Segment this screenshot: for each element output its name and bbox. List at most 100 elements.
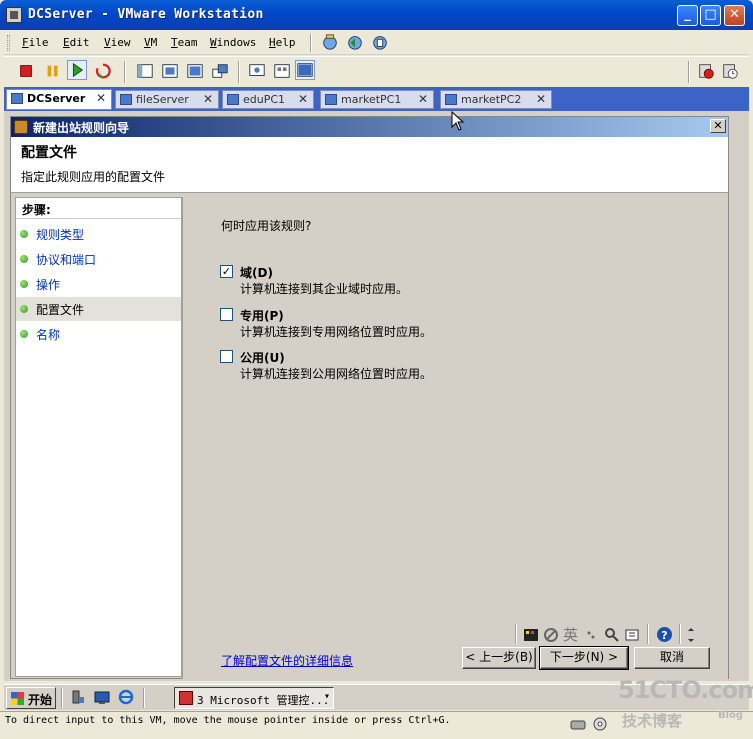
steps-title: 步骤: — [22, 203, 51, 217]
suspend-icon[interactable] — [43, 61, 63, 81]
question-text: 何时应用该规则? — [221, 219, 312, 233]
page-title: 配置文件 — [21, 145, 77, 161]
ime-keyboard-icon[interactable] — [523, 627, 539, 643]
menu-team[interactable]: Team — [171, 36, 198, 49]
back-button[interactable]: < 上一步(B) — [462, 647, 536, 669]
option-label: 域(D) — [240, 266, 273, 280]
mmc-icon — [179, 691, 193, 705]
show-desktop-icon[interactable] — [94, 689, 110, 705]
quick-switch-icon[interactable] — [160, 61, 180, 81]
vm-tab-strip: DCServer ✕ fileServer ✕ eduPC1 ✕ marketP… — [4, 87, 749, 111]
ime-softkeyboard-icon[interactable] — [625, 627, 641, 643]
option-private[interactable]: 专用(P) 计算机连接到专用网络位置时应用。 — [220, 306, 520, 340]
ime-help-glyph: ? — [661, 629, 667, 642]
power-on-icon[interactable] — [67, 60, 87, 80]
tab-edupc1[interactable]: eduPC1 ✕ — [222, 90, 314, 109]
show-sidebar-icon[interactable] — [135, 61, 155, 81]
window-titlebar: DCServer - VMware Workstation _ □ ✕ — [0, 0, 753, 30]
toolbar-separator — [238, 61, 240, 83]
tab-close-icon[interactable]: ✕ — [418, 92, 428, 106]
close-button[interactable]: ✕ — [724, 5, 745, 26]
tab-marketpc2[interactable]: marketPC2 ✕ — [440, 90, 552, 109]
toolbar-separator — [688, 61, 690, 83]
option-label: 专用(P) — [240, 309, 284, 323]
menubar-grip — [7, 35, 10, 51]
learn-more-link[interactable]: 了解配置文件的详细信息 — [221, 652, 353, 669]
step-label: 名称 — [36, 328, 61, 342]
minimize-button[interactable]: _ — [677, 5, 698, 26]
snapshot-icon[interactable] — [320, 32, 340, 52]
tab-close-icon[interactable]: ✕ — [536, 92, 546, 106]
tab-label: marketPC1 — [341, 93, 402, 106]
option-description: 计算机连接到其企业域时应用。 — [240, 282, 409, 296]
ime-help-icon[interactable]: ? — [656, 626, 673, 643]
tab-dcserver[interactable]: DCServer ✕ — [6, 89, 112, 110]
vm-icon — [120, 94, 132, 105]
windows-logo-icon — [11, 692, 24, 705]
taskbar-separator — [143, 688, 145, 708]
tab-close-icon[interactable]: ✕ — [203, 92, 213, 106]
cd-drive-icon[interactable] — [592, 717, 608, 731]
vm-icon — [227, 94, 239, 105]
menu-vm[interactable]: VM — [144, 36, 157, 49]
start-button[interactable]: 开始 — [6, 687, 56, 709]
tab-label: fileServer — [136, 93, 189, 106]
taskbar-separator — [61, 688, 63, 708]
watermark-tagline: 技术博客 — [622, 712, 683, 730]
tab-close-icon[interactable]: ✕ — [96, 91, 106, 105]
step-protocol-ports[interactable]: 协议和端口 — [16, 247, 181, 271]
step-name[interactable]: 名称 — [16, 322, 181, 346]
next-button[interactable]: 下一步(N) > — [539, 646, 629, 670]
menu-edit[interactable]: Edit — [63, 36, 90, 49]
mouse-pointer-icon — [451, 111, 465, 131]
status-text: To direct input to this VM, move the mou… — [5, 715, 451, 726]
private-checkbox[interactable] — [220, 308, 233, 321]
summary-view-icon[interactable] — [295, 60, 315, 80]
step-bullet-icon — [20, 280, 28, 288]
unity-icon[interactable] — [210, 61, 230, 81]
power-off-icon[interactable] — [16, 61, 36, 81]
step-label: 规则类型 — [36, 228, 85, 242]
public-checkbox[interactable] — [220, 350, 233, 363]
internet-explorer-icon[interactable] — [118, 689, 134, 705]
taskbar-item-mmc[interactable]: 3 Microsoft 管理控... ▾ — [174, 687, 334, 709]
menu-help[interactable]: Help — [269, 36, 296, 49]
take-snapshot-icon[interactable] — [696, 61, 716, 81]
full-screen-icon[interactable] — [185, 61, 205, 81]
console-view-icon[interactable] — [247, 61, 267, 81]
thumbnail-view-icon[interactable] — [272, 61, 292, 81]
vm-icon — [325, 94, 337, 105]
ime-disabled-icon[interactable] — [543, 627, 559, 643]
dialog-close-button[interactable]: ✕ — [710, 119, 726, 133]
tab-marketpc1[interactable]: marketPC1 ✕ — [320, 90, 434, 109]
snapshot-clock-icon[interactable] — [720, 61, 740, 81]
maximize-button[interactable]: □ — [700, 5, 721, 26]
option-public[interactable]: 公用(U) 计算机连接到公用网络位置时应用。 — [220, 348, 520, 382]
ime-language-label[interactable]: 英 — [563, 624, 578, 645]
ime-options-icon[interactable] — [687, 627, 695, 643]
hard-disk-icon[interactable] — [570, 717, 586, 731]
reset-icon[interactable] — [93, 61, 113, 81]
snapshot-manager-icon[interactable] — [370, 32, 390, 52]
tab-label: marketPC2 — [461, 93, 522, 106]
tab-fileserver[interactable]: fileServer ✕ — [115, 90, 219, 109]
cancel-button[interactable]: 取消 — [634, 647, 710, 669]
taskbar-item-label: 3 Microsoft 管理控... — [197, 694, 330, 707]
menu-file[interactable]: File — [22, 36, 49, 49]
domain-checkbox[interactable]: ✓ — [220, 265, 233, 278]
step-action[interactable]: 操作 — [16, 272, 181, 296]
tab-close-icon[interactable]: ✕ — [298, 92, 308, 106]
option-description: 计算机连接到公用网络位置时应用。 — [240, 367, 433, 381]
step-profile[interactable]: 配置文件 — [16, 297, 181, 321]
option-domain[interactable]: ✓ 域(D) 计算机连接到其企业域时应用。 — [220, 263, 520, 297]
window-title: DCServer - VMware Workstation — [28, 7, 264, 22]
blog-watermark: 51CTO.com 技术博客 Blog — [618, 672, 753, 736]
revert-snapshot-icon[interactable] — [345, 32, 365, 52]
server-manager-icon[interactable] — [70, 689, 86, 705]
ime-tools-icon[interactable] — [604, 627, 620, 643]
menu-view[interactable]: View — [104, 36, 131, 49]
firewall-icon — [14, 120, 28, 134]
menu-windows[interactable]: Windows — [210, 36, 256, 49]
step-rule-type[interactable]: 规则类型 — [16, 222, 181, 246]
ime-punctuation-icon[interactable] — [585, 629, 597, 641]
